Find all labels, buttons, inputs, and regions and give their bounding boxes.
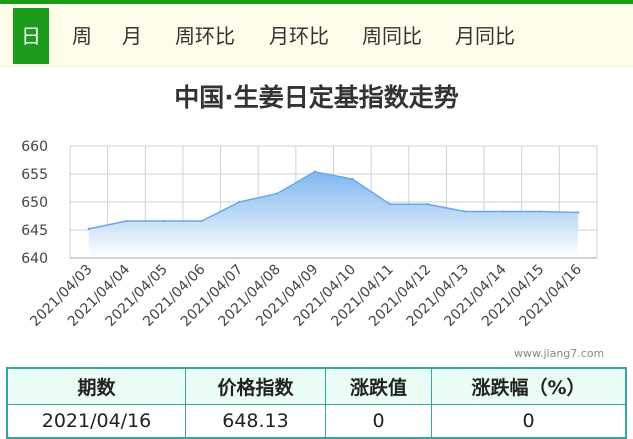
data-point — [388, 203, 392, 206]
cell-change-percent: 0 — [431, 404, 627, 439]
data-point — [464, 210, 467, 213]
data-point — [351, 177, 354, 181]
data-point — [87, 227, 91, 231]
data-point — [275, 192, 279, 195]
cell-change-value: 0 — [325, 404, 432, 439]
data-point — [200, 219, 203, 223]
summary-table: 期数 价格指数 涨跌值 涨跌幅（%） 2021/04/16 648.13 0 0 — [6, 367, 627, 439]
header-price-index: 价格指数 — [185, 367, 326, 405]
data-point — [125, 219, 128, 223]
y-tick-label: 660 — [21, 139, 48, 155]
cell-price-index: 648.13 — [185, 404, 326, 439]
cell-period: 2021/04/16 — [6, 404, 186, 439]
data-point — [426, 203, 429, 206]
y-tick-label: 655 — [21, 167, 48, 183]
series-area — [88, 171, 579, 258]
chart-area: 6406456506556602021/04/032021/04/042021/… — [21, 139, 598, 330]
data-point — [313, 170, 316, 173]
data-point — [162, 219, 166, 223]
data-point — [576, 211, 580, 214]
data-point — [501, 210, 505, 213]
header-change-percent: 涨跌幅（%） — [431, 367, 627, 405]
header-change-value: 涨跌值 — [325, 367, 432, 405]
header-period: 期数 — [6, 367, 186, 405]
watermark: www.jiang7.com — [514, 347, 605, 360]
y-tick-label: 640 — [21, 251, 48, 267]
data-point — [238, 200, 241, 204]
y-tick-label: 645 — [21, 223, 48, 239]
table-header-row: 期数 价格指数 涨跌值 涨跌幅（%） — [6, 367, 627, 405]
y-tick-label: 650 — [21, 195, 48, 211]
data-point — [539, 210, 542, 213]
table-row: 2021/04/16 648.13 0 0 — [6, 404, 627, 439]
